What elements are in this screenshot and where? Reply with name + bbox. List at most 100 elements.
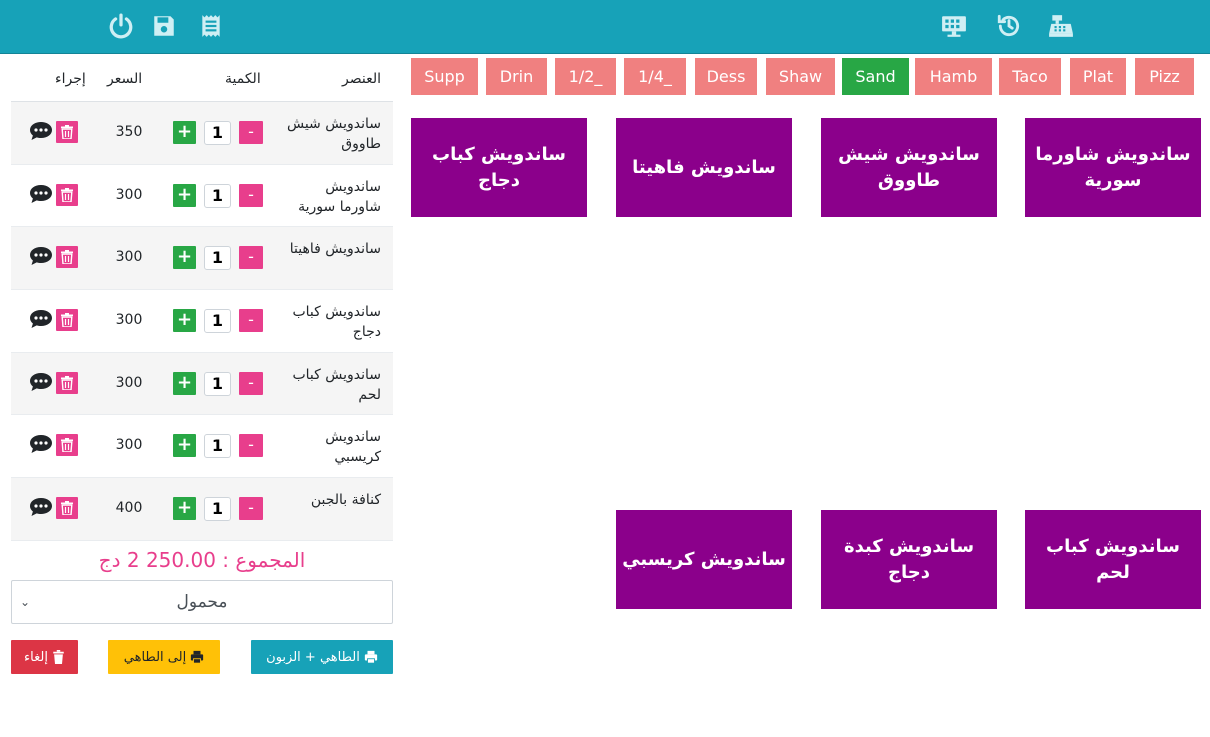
trash-icon — [53, 650, 64, 664]
item-name: كنافة بالجبن — [310, 492, 381, 509]
category-tab[interactable]: Plat — [1070, 58, 1126, 95]
product-tile[interactable]: ساندويش كباب دجاج — [411, 118, 587, 217]
dashboard-icon[interactable] — [939, 11, 969, 41]
top-bar — [0, 0, 1210, 54]
trash-icon — [61, 250, 73, 265]
header-qty: الكمية — [225, 71, 261, 87]
quantity-value[interactable]: 1 — [204, 497, 231, 522]
category-tab[interactable]: Drin — [486, 58, 547, 95]
comment-icon[interactable] — [29, 372, 53, 394]
item-price: 300 — [115, 374, 143, 391]
power-icon[interactable] — [106, 11, 136, 41]
item-price: 400 — [115, 500, 143, 517]
delete-item-button[interactable] — [56, 183, 78, 206]
comment-icon[interactable] — [29, 434, 53, 456]
item-name: ساندويش فاهيتا — [289, 241, 381, 258]
comment-icon[interactable] — [29, 184, 53, 206]
category-tab[interactable]: Pizz — [1135, 58, 1194, 95]
delete-item-button[interactable] — [56, 371, 78, 394]
product-tile[interactable]: ساندويش شاورما سورية — [1025, 118, 1201, 217]
comment-icon[interactable] — [29, 121, 53, 143]
quantity-value[interactable]: 1 — [204, 121, 231, 145]
item-price: 300 — [115, 249, 143, 266]
chevron-down-icon: ⌄ — [20, 595, 31, 609]
print-icon — [191, 650, 204, 664]
item-price: 300 — [115, 186, 143, 203]
order-type-select[interactable]: محمول ⌄ — [11, 580, 393, 624]
increase-qty-button[interactable]: + — [173, 246, 196, 270]
header-item: العنصر — [342, 71, 381, 87]
print-icon — [364, 650, 377, 664]
increase-qty-button[interactable]: + — [173, 497, 196, 521]
product-tile[interactable]: ساندويش فاهيتا — [616, 118, 792, 217]
category-tab[interactable]: 1/2_ — [555, 58, 616, 95]
item-price: 350 — [115, 124, 143, 140]
header-price: السعر — [107, 71, 143, 87]
save-icon[interactable] — [149, 11, 179, 41]
cancel-label: إلغاء — [24, 649, 48, 665]
trash-icon — [61, 313, 73, 328]
decrease-qty-button[interactable]: - — [239, 183, 263, 207]
decrease-qty-button[interactable]: - — [239, 121, 263, 144]
decrease-qty-button[interactable]: - — [239, 371, 263, 395]
increase-qty-button[interactable]: + — [173, 309, 196, 333]
decrease-qty-button[interactable]: - — [239, 497, 263, 521]
kitchen-and-client-label: الطاهي + الزبون — [266, 649, 360, 665]
category-tab[interactable]: Sand — [842, 58, 909, 95]
decrease-qty-button[interactable]: - — [239, 246, 263, 270]
category-tab[interactable]: Supp — [411, 58, 478, 95]
product-tile[interactable]: ساندويش كبدة دجاج — [821, 510, 997, 609]
trash-icon — [61, 187, 73, 202]
delete-item-button[interactable] — [56, 309, 78, 332]
table-row: ساندويش كباب دجاج +1- 300 — [11, 290, 393, 353]
delete-item-button[interactable] — [56, 497, 78, 520]
decrease-qty-button[interactable]: - — [239, 309, 263, 333]
product-tile[interactable]: ساندويش كباب لحم — [1025, 510, 1201, 609]
increase-qty-button[interactable]: + — [173, 183, 196, 207]
cancel-button[interactable]: إلغاء — [11, 640, 78, 674]
item-name: ساندويش كباب لحم — [292, 366, 381, 403]
comment-icon[interactable] — [29, 309, 53, 331]
decrease-qty-button[interactable]: - — [239, 434, 263, 458]
table-row: ساندويش كريسبي +1- 300 — [11, 415, 393, 479]
trash-icon — [61, 375, 73, 390]
order-type-value: محمول — [176, 592, 228, 612]
increase-qty-button[interactable]: + — [173, 434, 196, 458]
item-name: ساندويش كريسبي — [325, 429, 381, 466]
quantity-value[interactable]: 1 — [204, 434, 231, 459]
product-tile[interactable]: ساندويش كريسبي — [616, 510, 792, 609]
cash-register-icon[interactable] — [1046, 11, 1076, 41]
quantity-value[interactable]: 1 — [204, 371, 231, 396]
item-name: ساندويش كباب دجاج — [292, 304, 381, 341]
header-action: إجراء — [55, 71, 86, 87]
receipt-icon[interactable] — [196, 11, 226, 41]
comment-icon[interactable] — [29, 497, 53, 519]
category-tab[interactable]: Hamb — [915, 58, 992, 95]
increase-qty-button[interactable]: + — [173, 371, 196, 395]
increase-qty-button[interactable]: + — [173, 121, 196, 144]
delete-item-button[interactable] — [56, 434, 78, 457]
item-price: 300 — [115, 312, 143, 329]
item-price: 300 — [115, 437, 143, 454]
comment-icon[interactable] — [29, 246, 53, 268]
quantity-value[interactable]: 1 — [204, 183, 231, 208]
delete-item-button[interactable] — [56, 246, 78, 269]
category-tab[interactable]: 1/4_ — [624, 58, 686, 95]
quantity-value[interactable]: 1 — [204, 309, 231, 334]
product-tile[interactable]: ساندويش شيش طاووق — [821, 118, 997, 217]
category-tab[interactable]: Shaw — [766, 58, 835, 95]
table-row: كنافة بالجبن +1- 400 — [11, 478, 393, 541]
table-row: ساندويش شاورما سورية +1- 300 — [11, 164, 393, 228]
trash-icon — [61, 125, 73, 139]
category-tab[interactable]: Taco — [999, 58, 1061, 95]
item-name: ساندويش شيش طاووق — [286, 116, 381, 152]
category-tab[interactable]: Dess — [695, 58, 757, 95]
send-to-kitchen-button[interactable]: إلى الطاهي — [108, 640, 220, 674]
order-table-header: العنصر الكمية السعر إجراء — [11, 58, 393, 102]
kitchen-and-client-button[interactable]: الطاهي + الزبون — [251, 640, 393, 674]
order-panel: العنصر الكمية السعر إجراء ساندويش شيش طا… — [11, 58, 393, 541]
send-to-kitchen-label: إلى الطاهي — [123, 649, 187, 665]
quantity-value[interactable]: 1 — [204, 246, 231, 271]
history-icon[interactable] — [994, 11, 1024, 41]
delete-item-button[interactable] — [56, 121, 78, 143]
